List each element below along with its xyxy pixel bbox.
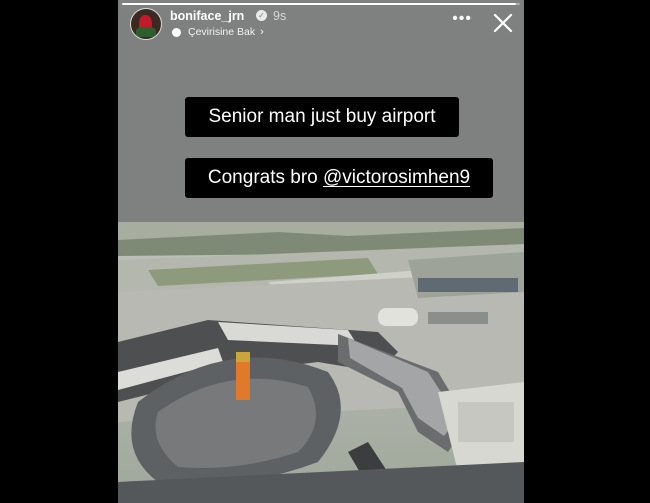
- story-header: boniface_jrn ✓ 9s Çevirisine Bak › •••: [118, 0, 524, 48]
- chevron-right-icon: ›: [260, 26, 264, 38]
- story-viewer[interactable]: boniface_jrn ✓ 9s Çevirisine Bak › ••• S…: [118, 0, 524, 503]
- story-caption-1: Senior man just buy airport: [185, 97, 459, 137]
- avatar-figure-base: [136, 27, 156, 37]
- story-caption-2: Congrats bro @victorosimhen9: [185, 158, 493, 198]
- translate-label: Çevirisine Bak: [188, 26, 256, 38]
- verified-badge-icon: ✓: [256, 10, 267, 21]
- more-options-icon[interactable]: •••: [452, 10, 472, 28]
- close-icon[interactable]: [492, 12, 514, 34]
- translate-link[interactable]: Çevirisine Bak ›: [172, 25, 264, 39]
- translate-dot-icon: [172, 27, 181, 37]
- mention-link[interactable]: @victorosimhen9: [323, 167, 470, 188]
- avatar[interactable]: [130, 8, 162, 40]
- username[interactable]: boniface_jrn: [170, 9, 244, 23]
- caption-text: Congrats bro: [207, 167, 324, 188]
- airport-aerial-photo: [118, 222, 524, 503]
- post-time: 9s: [273, 9, 287, 23]
